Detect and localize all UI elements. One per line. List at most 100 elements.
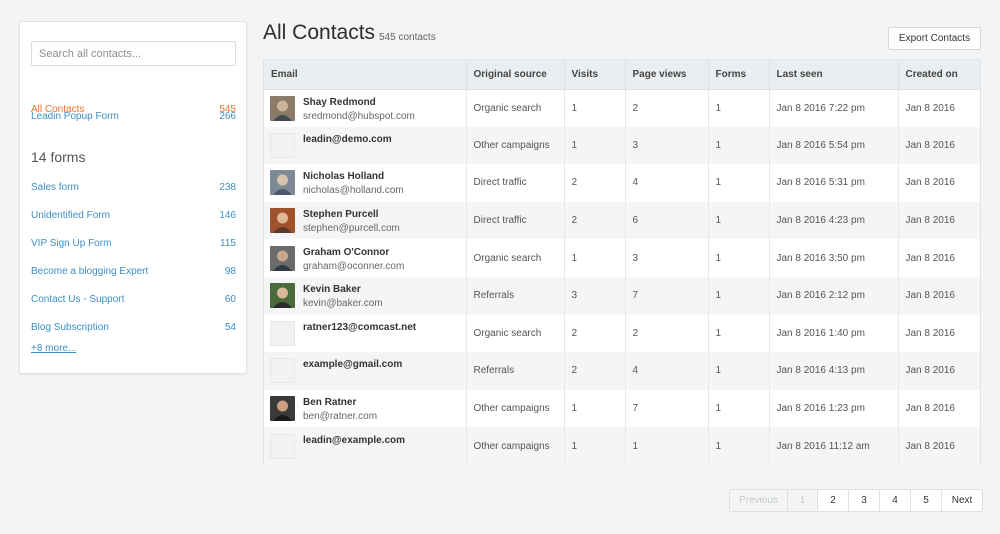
source-cell: Referrals [466, 276, 565, 315]
avatar [270, 358, 295, 384]
table-row[interactable]: ratner123@comcast.net Organic search 2 2 1 Ja… [264, 314, 980, 353]
page-views-cell: 1 [625, 427, 709, 465]
source-cell: Direct traffic [466, 164, 565, 202]
contact-email[interactable]: example@gmail.com [303, 359, 402, 370]
table-row[interactable]: leadin@demo.com Other campaigns 1 3 1 Jan 8 2… [264, 126, 980, 165]
contact-name[interactable]: Ben Ratner [303, 397, 356, 408]
contact-email: graham@oconner.com [303, 260, 405, 272]
visits-cell: 1 [564, 389, 626, 428]
column-header-source[interactable]: Original source [466, 60, 565, 90]
contact-name[interactable]: Graham O'Connor [303, 247, 389, 258]
sidebar-item-label: Blog Subscription [31, 321, 109, 333]
table-row[interactable]: Kevin Baker kevin@baker.com Referrals 3 7 1 Ja… [264, 276, 980, 315]
table-row[interactable]: Stephen Purcell stephen@purcell.com Direct… [264, 201, 980, 240]
sidebar-form-item[interactable]: Unidentified Form 146 [31, 206, 236, 224]
sidebar-item-count: 238 [219, 181, 236, 193]
sidebar-form-item[interactable]: VIP Sign Up Form 115 [31, 234, 236, 252]
created-on-cell: Jan 8 2016 [898, 427, 980, 465]
table-header-row: Email Original source Visits Page views … [264, 60, 980, 90]
contact-name[interactable]: Kevin Baker [303, 284, 361, 295]
contacts-count: 545 contacts [379, 32, 436, 43]
avatar [270, 170, 295, 196]
pagination-page-button[interactable]: 5 [911, 490, 942, 511]
page-views-cell: 2 [625, 314, 709, 353]
sidebar-form-item[interactable]: Sales form 238 [31, 178, 236, 196]
pagination-previous-button[interactable]: Previous [730, 490, 788, 511]
source-cell: Other campaigns [466, 126, 565, 165]
column-header-created-on[interactable]: Created on [898, 60, 980, 90]
created-on-cell: Jan 8 2016 [905, 327, 956, 339]
contact-email: sredmond@hubspot.com [303, 110, 415, 122]
column-header-forms[interactable]: Forms [708, 60, 770, 90]
visits-cell: 3 [564, 276, 626, 315]
created-on-cell: Jan 8 2016 [898, 352, 980, 390]
last-seen-cell: Jan 8 2016 11:12 am [769, 427, 899, 465]
avatar [270, 95, 295, 121]
avatar [270, 433, 295, 459]
search-contacts-input[interactable] [31, 41, 236, 66]
email-cell: Ben Ratner ben@ratner.com [264, 389, 467, 428]
sidebar-item-count: 266 [219, 110, 236, 122]
last-seen-cell: Jan 8 2016 5:31 pm [769, 164, 899, 202]
column-header-visits[interactable]: Visits [564, 60, 626, 90]
column-header-last-seen[interactable]: Last seen [769, 60, 899, 90]
page-views-cell: 4 [625, 352, 709, 390]
table-row[interactable]: Graham O'Connor graham@oconner.com Organic… [264, 239, 980, 277]
column-header-page-views[interactable]: Page views [625, 60, 709, 90]
visits-cell: 2 [564, 352, 626, 390]
avatar [270, 396, 295, 422]
created-on-cell: Jan 8 2016 [898, 201, 980, 240]
email-cell: Shay Redmond sredmond@hubspot.com [264, 89, 467, 127]
column-header-email[interactable]: Email [264, 60, 467, 90]
last-seen-cell: Jan 8 2016 4:13 pm [769, 352, 899, 390]
contact-name[interactable]: Shay Redmond [303, 97, 376, 108]
sidebar-item-label: VIP Sign Up Form [31, 237, 112, 249]
export-contacts-button[interactable]: Export Contacts [888, 27, 981, 50]
contact-name[interactable]: Stephen Purcell [303, 209, 379, 220]
table-row[interactable]: example@gmail.com Referrals 2 4 1 Jan 8 2016 … [264, 352, 980, 390]
contacts-sidebar: All Contacts 545 Leadin Popup Form 266 1… [19, 21, 247, 374]
contact-email[interactable]: ratner123@comcast.net [303, 322, 416, 333]
forms-cell: 1 [708, 239, 770, 277]
last-seen-cell: Jan 8 2016 4:23 pm [769, 201, 899, 240]
forms-cell: 1 [708, 201, 770, 240]
sidebar-form-item[interactable]: Contact Us - Support 60 [31, 290, 236, 308]
more-forms-link[interactable]: +8 more... [31, 343, 76, 354]
pagination-next-button[interactable]: Next [942, 490, 982, 511]
forms-cell: 1 [708, 314, 770, 353]
email-cell: Stephen Purcell stephen@purcell.com [264, 201, 467, 240]
page-views-cell: 2 [625, 89, 709, 127]
table-row[interactable]: Ben Ratner ben@ratner.com Other campaigns 1… [264, 389, 980, 428]
page-views-cell: 7 [625, 389, 709, 428]
table-row[interactable]: leadin@example.com Other campaigns 1 1 1 Jan … [264, 427, 980, 465]
forms-cell: 1 [708, 126, 770, 165]
created-on-cell: Jan 8 2016 [905, 252, 956, 264]
created-on-cell: Jan 8 2016 [898, 276, 980, 315]
last-seen-cell: Jan 8 2016 5:54 pm [769, 126, 899, 165]
last-seen-cell: Jan 8 2016 7:22 pm [769, 89, 899, 127]
pagination-page-button[interactable]: 4 [880, 490, 911, 511]
created-on-cell: Jan 8 2016 [898, 126, 980, 165]
pagination-page-button[interactable]: 2 [818, 490, 849, 511]
table-row[interactable]: Nicholas Holland nicholas@holland.com Dire… [264, 164, 980, 202]
sidebar-item-count: 54 [224, 321, 236, 333]
forms-cell: 1 [708, 389, 770, 428]
source-cell: Other campaigns [466, 389, 565, 428]
page-views-cell: 3 [625, 126, 709, 165]
page-title: All Contacts [263, 21, 376, 44]
contact-email[interactable]: leadin@demo.com [303, 134, 392, 145]
contact-email: ben@ratner.com [303, 411, 378, 423]
sidebar-form-item[interactable]: Become a blogging Expert 98 [31, 262, 236, 280]
pagination: Previous 1 2 3 4 5 Next [729, 489, 983, 512]
email-cell: leadin@example.com [264, 427, 467, 465]
forms-cell: 1 [708, 89, 770, 127]
sidebar-form-item[interactable]: Blog Subscription 54 [31, 318, 236, 336]
table-row[interactable]: Shay Redmond sredmond@hubspot.com Organic … [264, 89, 980, 127]
contact-name[interactable]: Nicholas Holland [303, 171, 384, 182]
source-cell: Direct traffic [466, 201, 565, 240]
contact-email[interactable]: leadin@example.com [303, 435, 405, 446]
sidebar-item-leadin-popup-form[interactable]: Leadin Popup Form 266 [31, 107, 236, 125]
pagination-page-button[interactable]: 1 [788, 490, 818, 511]
created-on-cell: Jan 8 2016 [905, 102, 956, 114]
pagination-page-button[interactable]: 3 [849, 490, 880, 511]
